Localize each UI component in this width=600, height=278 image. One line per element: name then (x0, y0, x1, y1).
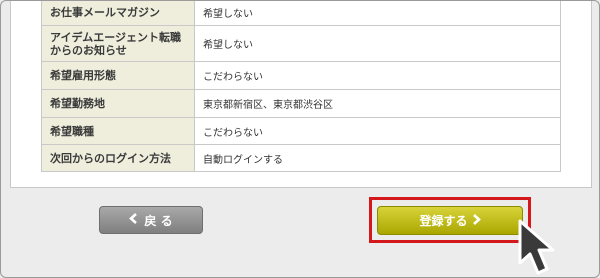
chevron-left-icon (129, 213, 138, 227)
row-label: 希望勤務地 (41, 89, 195, 118)
register-button-label: 登録する (419, 214, 468, 228)
row-label: アイデムエージェント転職からのお知らせ (41, 25, 195, 62)
back-button[interactable]: 戻 る (99, 206, 203, 234)
table-row: お仕事メールマガジン 希望しない (41, 1, 561, 26)
chevron-right-icon (472, 213, 481, 228)
row-label: 次回からのログイン方法 (41, 144, 195, 172)
settings-panel: お仕事メールマガジン 希望しない アイデムエージェント転職からのお知らせ 希望し… (10, 1, 592, 188)
table-row: 希望雇用形態 こだわらない (41, 61, 561, 90)
settings-table: お仕事メールマガジン 希望しない アイデムエージェント転職からのお知らせ 希望し… (41, 1, 561, 172)
table-row: アイデムエージェント転職からのお知らせ 希望しない (41, 25, 561, 62)
row-value: 希望しない (194, 25, 561, 62)
mouse-pointer-icon (518, 219, 555, 275)
row-label: 希望職種 (41, 117, 195, 145)
row-value: 自動ログインする (194, 144, 561, 172)
row-label: お仕事メールマガジン (41, 1, 195, 26)
table-row: 希望職種 こだわらない (41, 117, 561, 145)
table-row: 希望勤務地 東京都新宿区、東京都渋谷区 (41, 89, 561, 118)
row-value: 希望しない (194, 1, 561, 26)
row-value: 東京都新宿区、東京都渋谷区 (194, 89, 561, 118)
register-button[interactable]: 登録する (377, 206, 523, 235)
row-label: 希望雇用形態 (41, 61, 195, 90)
back-button-label: 戻 る (144, 213, 173, 228)
table-row: 次回からのログイン方法 自動ログインする (41, 144, 561, 172)
row-value: こだわらない (194, 117, 561, 145)
row-value: こだわらない (194, 61, 561, 90)
screen-frame: お仕事メールマガジン 希望しない アイデムエージェント転職からのお知らせ 希望し… (0, 0, 600, 278)
